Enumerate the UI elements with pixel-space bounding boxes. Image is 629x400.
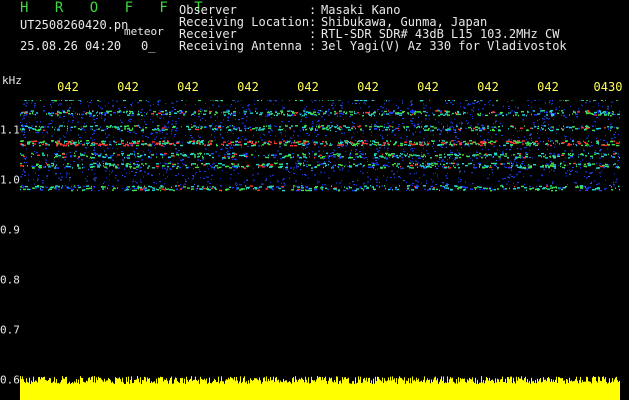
time-tick-label: 042 — [537, 80, 559, 94]
time-tick-label: 042 — [57, 80, 79, 94]
time-axis: 042 042 042 042 042 042 042 042 042 0430 — [0, 80, 629, 96]
time-tick-label: 042 — [117, 80, 139, 94]
time-tick-label: 0430 — [593, 80, 623, 94]
frequency-tick-label: 0.8 — [0, 273, 20, 287]
frequency-axis: 1.1 1.0 0.9 0.8 0.7 0.6 — [0, 0, 20, 400]
frequency-tick-label: 0.7 — [0, 323, 20, 337]
hrofft-window: H R O F F T UT2508260420.pn meteor 25.08… — [0, 0, 629, 400]
info-separator: : — [309, 39, 317, 53]
signal-level-strip — [20, 375, 620, 400]
signal-band — [20, 185, 620, 192]
info-label: Receiving Antenna — [179, 39, 302, 53]
info-row-antenna: Receiving Antenna : 3el Yagi(V) Az 330 f… — [179, 40, 567, 52]
time-tick-label: 042 — [237, 80, 259, 94]
frequency-tick-label: 1.0 — [0, 173, 20, 187]
time-tick-label: 042 — [477, 80, 499, 94]
signal-band — [22, 100, 618, 102]
right-border — [621, 100, 629, 400]
mode-label: meteor — [124, 25, 164, 38]
file-name: UT2508260420.pn — [20, 18, 129, 32]
count-label: 0_ — [141, 39, 156, 53]
time-tick-label: 042 — [357, 80, 379, 94]
datetime-label: 25.08.26 04:20 — [20, 39, 122, 53]
time-tick-label: 042 — [177, 80, 199, 94]
signal-band — [20, 140, 620, 147]
time-tick-label: 042 — [417, 80, 439, 94]
signal-band — [20, 110, 620, 117]
spectrogram-display — [20, 100, 620, 375]
signal-band — [20, 162, 620, 169]
signal-band — [20, 125, 619, 132]
signal-level-canvas — [20, 376, 620, 400]
info-value: 3el Yagi(V) Az 330 for Vladivostok — [321, 39, 567, 53]
frequency-tick-label: 1.1 — [0, 123, 20, 137]
level-bars — [20, 376, 620, 400]
spectrogram-canvas — [20, 100, 620, 192]
station-info: Observer : Masaki Kano Receiving Locatio… — [179, 4, 567, 52]
frequency-tick-label: 0.6 — [0, 373, 20, 387]
frequency-tick-label: 0.9 — [0, 223, 20, 237]
time-tick-label: 042 — [297, 80, 319, 94]
